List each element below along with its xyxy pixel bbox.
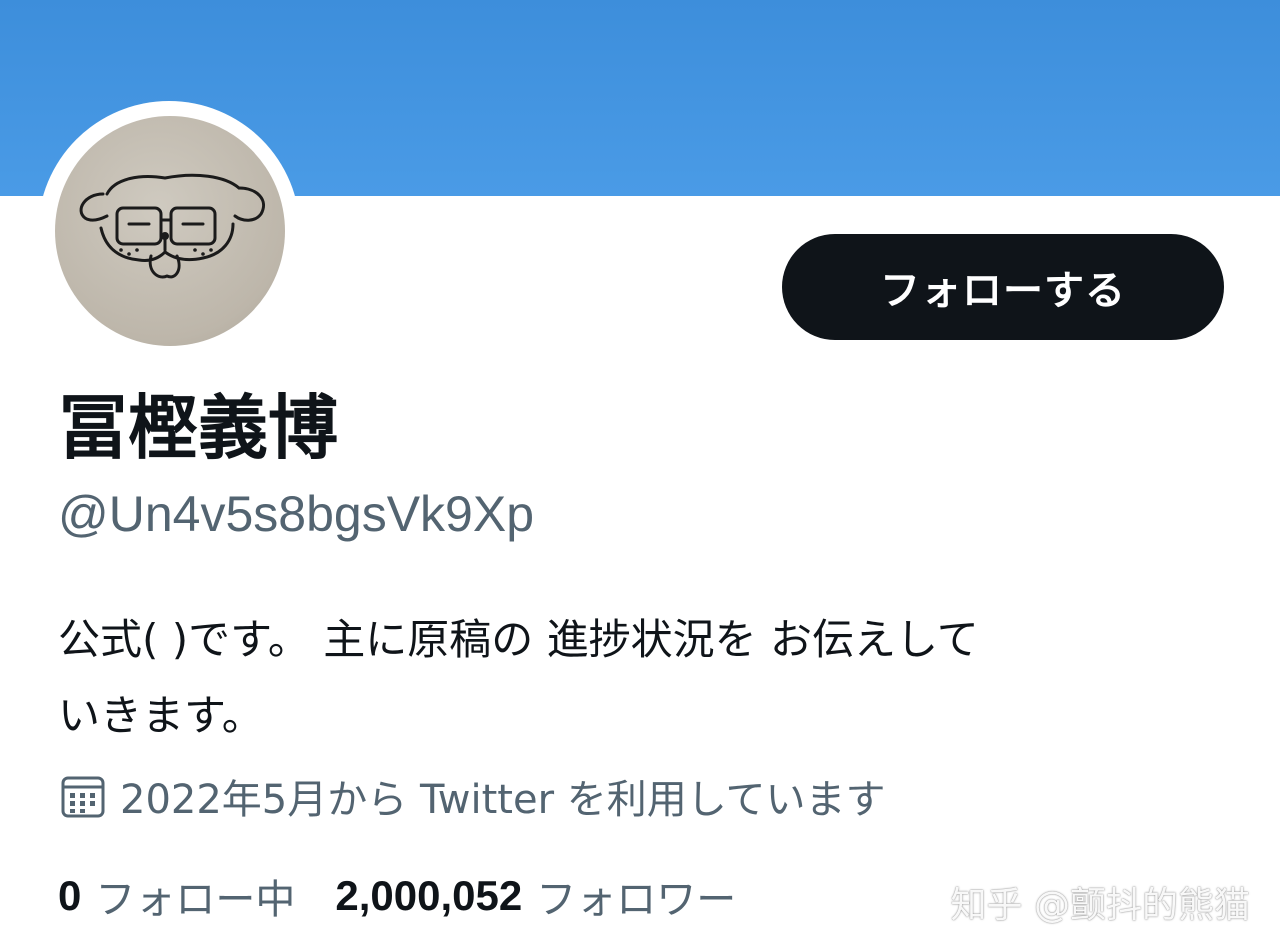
followers-count: 2,000,052 [335, 872, 523, 919]
following-label: フォロー中 [95, 877, 296, 923]
display-name: 冨樫義博 [58, 387, 338, 469]
avatar[interactable] [55, 116, 285, 346]
followers-label: フォロワー [536, 877, 737, 923]
drawn-dog-face-icon [79, 173, 265, 279]
join-date: 2022年5月から Twitter を利用しています [58, 768, 886, 824]
watermark: 知乎 @颤抖的熊猫 [950, 885, 1250, 926]
followers-link[interactable]: 2,000,052 フォロワー [335, 867, 736, 925]
bio-line: いきます。 [58, 691, 264, 740]
follow-button[interactable]: フォローする [782, 234, 1224, 340]
profile-bio: 公式( )です。 主に原稿の 進捗状況を お伝えして いきます。 [58, 602, 1238, 754]
calendar-icon [58, 771, 108, 821]
bio-line: 公式( )です。 主に原稿の 進捗状況を お伝えして [58, 615, 979, 664]
following-link[interactable]: 0 フォロー中 [58, 867, 295, 925]
following-count: 0 [58, 872, 82, 919]
join-date-text: 2022年5月から Twitter を利用しています [120, 777, 886, 823]
profile-stats: 0 フォロー中 2,000,052 フォロワー [58, 866, 776, 926]
user-handle: @Un4v5s8bgsVk9Xp [58, 486, 535, 542]
